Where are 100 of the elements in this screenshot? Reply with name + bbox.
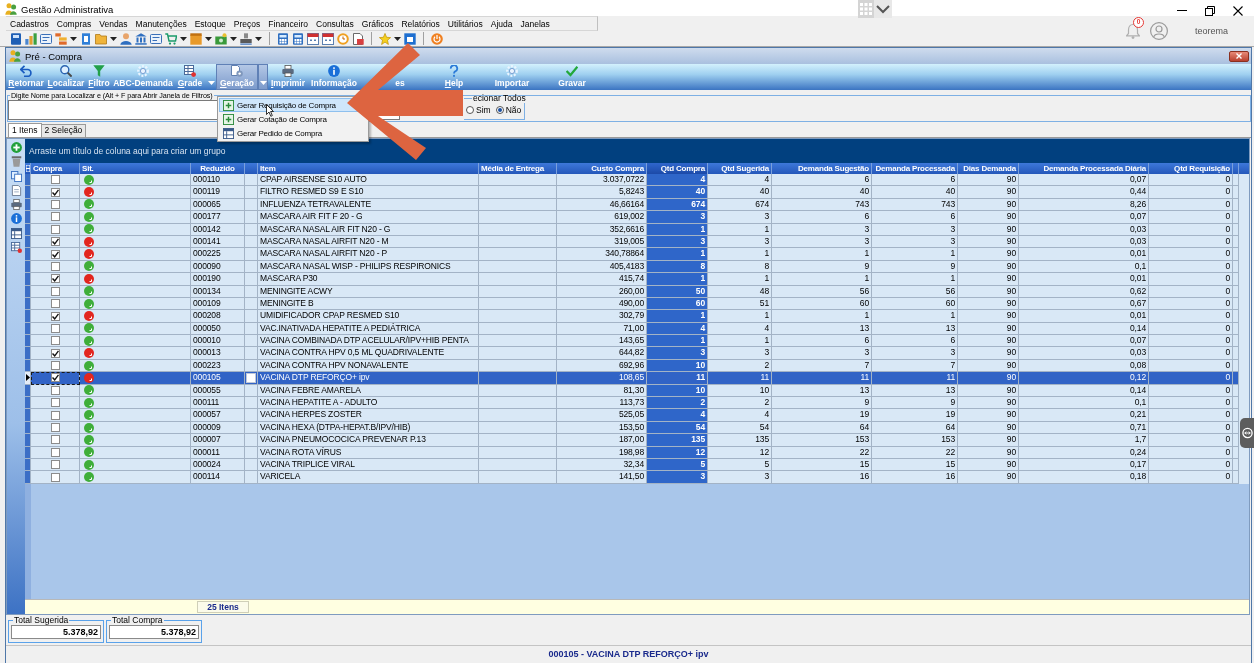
table-row[interactable]: 000090 MASCARA NASAL WISP - PHILIPS RESPIRONICS 405,4183 8 8 9 9 90 0,1 0 (25, 260, 1239, 274)
printer-icon[interactable] (10, 199, 22, 211)
menu-item[interactable]: Vendas (98, 18, 129, 29)
calendar-icon[interactable] (322, 32, 334, 45)
window-icon[interactable] (404, 32, 416, 45)
table-row[interactable]: 000024 VACINA TRIPLICE VIRAL 32,34 5 5 15 15 90 0,17 0 (25, 459, 1239, 472)
calculator-icon[interactable] (277, 32, 289, 45)
document-icon[interactable] (10, 184, 22, 196)
menu-item[interactable]: Ajuda (489, 18, 514, 29)
checkbox[interactable] (50, 187, 60, 197)
add-icon[interactable] (10, 142, 22, 153)
column-chooser-icon[interactable] (25, 165, 30, 172)
checkbox[interactable] (50, 175, 60, 185)
menu-item[interactable]: Estoque (193, 18, 227, 29)
table-row[interactable]: 000223 VACINA CONTRA HPV NONAVALENTE 692,96 10 2 7 7 90 0,08 0 (25, 359, 1239, 373)
checkbox[interactable] (50, 385, 60, 395)
table-row[interactable]: 000134 MENINGITE ACWY 260,00 50 48 56 56 90 0,62 0 (25, 285, 1239, 298)
checkbox[interactable] (50, 460, 60, 470)
tab[interactable]: 2 Seleção (40, 124, 87, 137)
table-row[interactable]: 000142 MASCARA NASAL AIR FIT N20 - G 352,6616 1 1 3 3 90 0,03 0 (25, 223, 1239, 236)
bell-icon[interactable] (1125, 23, 1140, 39)
power-icon[interactable] (431, 32, 443, 45)
tab[interactable]: 1 Itens (8, 123, 42, 137)
checkbox[interactable] (50, 410, 60, 420)
star-icon[interactable] (379, 32, 391, 45)
calculator-icon[interactable] (292, 32, 304, 45)
radio-option[interactable]: Não (495, 105, 522, 115)
caret-down-icon[interactable] (230, 36, 237, 41)
page-icon[interactable] (80, 32, 92, 45)
table-row[interactable]: 000141 MASCARA NASAL AIRFIT N20 - M 319,005 3 3 3 3 90 0,03 0 (25, 235, 1239, 249)
checkbox[interactable] (50, 224, 60, 234)
person-icon[interactable] (120, 32, 132, 45)
menu-item[interactable]: Gerar Pedido de Compra (219, 126, 367, 140)
checkbox[interactable] (50, 398, 60, 408)
table-row[interactable]: 000225 MASCARA NASAL AIRFIT N20 - P 340,78864 1 1 1 1 90 0,01 0 (25, 248, 1239, 261)
menu-item[interactable]: Relatórios (400, 18, 441, 29)
caret-down-icon[interactable] (205, 36, 212, 41)
table-row[interactable]: 000013 VACINA CONTRA HPV 0,5 ML QUADRIVALENTE 644,82 3 3 3 3 90 0,03 0 (25, 347, 1239, 360)
table-row[interactable]: 000057 VACINA HERPES ZOSTER 525,05 4 4 19 19 90 0,21 0 (25, 409, 1239, 422)
table-row[interactable]: 000111 VACINA HEPATITE A - ADULTO 113,73 2 2 9 9 90 0,1 0 (25, 397, 1239, 410)
checkbox[interactable] (50, 274, 60, 284)
table-row[interactable]: 000110 CPAP AIRSENSE S10 AUTO 3.037,0722 4 4 6 6 90 0,07 0 (25, 174, 1239, 187)
table-row[interactable]: 000050 VAC.INATIVADA HEPATITE A PEDIÁTRICA 71,00 4 4 13 13 90 0,14 0 (25, 322, 1239, 336)
table-row[interactable]: 000010 VACINA COMBINADA DTP ACELULAR/IPV+HIB PENTA 143,65 1 1 6 6 90 0,07 0 (25, 335, 1239, 348)
restore-icon[interactable] (1205, 5, 1215, 16)
bar-chart-icon[interactable] (25, 32, 37, 45)
checkbox[interactable] (50, 447, 60, 457)
arrows-tab-icon[interactable] (1240, 418, 1254, 448)
table-row[interactable]: 000055 VACINA FEBRE AMARELA 81,30 10 10 13 13 90 0,14 0 (25, 384, 1239, 398)
stamp-icon[interactable] (240, 32, 252, 45)
caret-down-icon[interactable] (180, 36, 187, 41)
table-row[interactable]: 000009 VACINA HEXA (DTPA-HEPAT.B/IPV/HIB) 153,50 54 54 64 64 90 0,71 0 (25, 421, 1239, 435)
caret-down-icon[interactable] (255, 36, 262, 41)
caret-down-icon[interactable] (70, 36, 77, 41)
close-button[interactable] (1229, 50, 1249, 62)
edit-field[interactable] (246, 372, 256, 383)
checkbox[interactable] (50, 361, 60, 371)
table-row[interactable]: 000105 VACINA DTP REFORÇO+ ipv 108,65 11 11 11 11 90 0,12 0 (25, 372, 1239, 385)
checkbox[interactable] (50, 336, 60, 346)
copy-icon[interactable] (10, 170, 22, 182)
dropdown-toggle[interactable] (258, 64, 268, 90)
info-icon[interactable] (10, 213, 22, 225)
user-icon[interactable] (1149, 22, 1168, 40)
checkbox[interactable] (50, 249, 60, 259)
table-icon[interactable] (10, 227, 22, 239)
checkbox[interactable] (50, 212, 60, 222)
checkbox[interactable] (50, 200, 60, 209)
caret-down-icon[interactable] (394, 36, 401, 41)
menu-item[interactable]: Compras (55, 18, 93, 29)
checkbox[interactable] (50, 323, 60, 333)
book-icon[interactable] (10, 32, 22, 45)
card-icon[interactable] (150, 32, 162, 45)
table-row[interactable]: 000065 INFLUENZA TETRAVALENTE 46,66164 674 674 743 743 90 8,26 0 (25, 198, 1239, 212)
close-icon[interactable] (1233, 5, 1243, 16)
caret-down-icon[interactable] (110, 36, 117, 41)
table-row[interactable]: 000109 MENINGITE B 490,00 60 51 60 60 90 0,67 0 (25, 297, 1239, 311)
menu-item[interactable]: Cadastros (9, 18, 50, 29)
table-row[interactable]: 000177 MASCARA AIR FIT F 20 - G 619,002 3 3 6 6 90 0,07 0 (25, 211, 1239, 224)
checkbox[interactable] (50, 423, 60, 432)
checkbox[interactable] (50, 286, 60, 296)
menu-item[interactable]: Gráficos (360, 18, 395, 29)
calendar-icon[interactable] (307, 32, 319, 45)
grid-icon[interactable] (10, 242, 22, 254)
checkbox[interactable] (50, 311, 60, 321)
trash-icon[interactable] (10, 156, 22, 168)
radio-option[interactable]: Sim (466, 105, 491, 115)
table-row[interactable]: 000007 VACINA PNEUMOCOCICA PREVENAR P.13 187,00 135 135 153 153 90 1,7 0 (25, 434, 1239, 447)
checkbox[interactable] (50, 472, 60, 482)
document-icon[interactable] (352, 32, 364, 45)
menu-item[interactable]: Gerar Cotação de Compra (219, 112, 367, 126)
checkbox[interactable] (50, 299, 60, 309)
menu-item[interactable]: Financeiro (267, 18, 309, 29)
chevron-down-icon[interactable] (874, 0, 892, 18)
table-row[interactable]: 000011 VACINA ROTA VÍRUS 198,98 12 12 22 22 90 0,24 0 (25, 446, 1239, 459)
menu-item[interactable]: Utilitários (446, 18, 484, 29)
table-row[interactable]: 000190 MASCARA P30 415,74 1 1 1 1 90 0,01 0 (25, 273, 1239, 286)
menu-item[interactable]: Preços (232, 18, 262, 29)
menu-item[interactable]: Consultas (315, 18, 355, 29)
table-row[interactable]: 000208 UMIDIFICADOR CPAP RESMED S10 302,79 1 1 1 1 90 0,01 0 (25, 310, 1239, 323)
table-row[interactable]: 000114 VARICELA 141,50 3 3 16 16 90 0,18 0 (25, 471, 1239, 484)
